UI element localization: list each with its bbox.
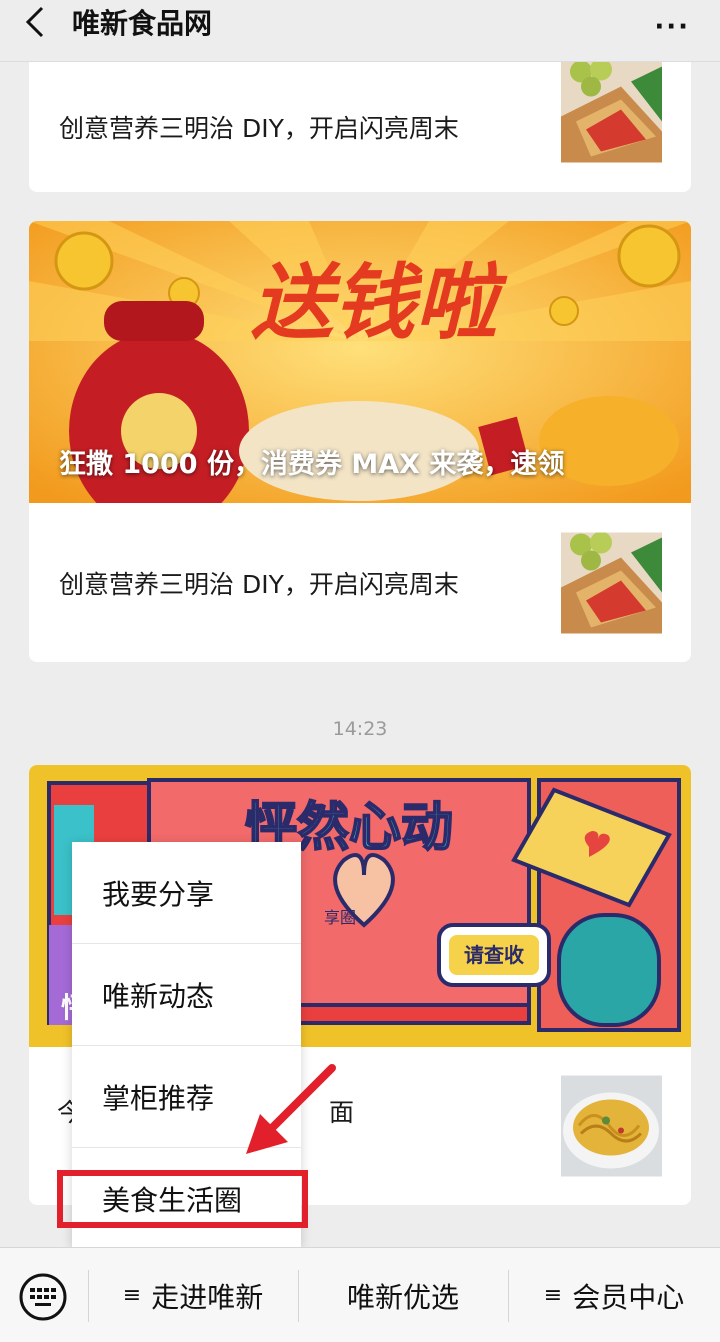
bottom-menu-bar: ≡ 走进唯新 唯新优选 ≡ 会员中心 <box>0 1247 720 1342</box>
menu-item-news[interactable]: 唯新动态 <box>72 944 301 1046</box>
menu-tab-label: 唯新优选 <box>346 1280 459 1314</box>
back-arrow-icon[interactable] <box>18 4 54 40</box>
promo-banner-money[interactable]: 送钱啦 狂撒 1000 份，消费券 MAX 来袭，速领 <box>29 221 691 503</box>
menu-tab-selected[interactable]: 唯新优选 <box>298 1248 508 1342</box>
banner-caption: 狂撒 1000 份，消费券 MAX 来袭，速领 <box>59 449 565 480</box>
noodles-thumbnail <box>561 1075 662 1177</box>
menu-list-icon: ≡ <box>122 1283 142 1308</box>
red-arrow-icon <box>246 1064 336 1154</box>
sandwich-thumbnail <box>561 62 662 163</box>
message-timestamp: 14:23 <box>332 718 388 740</box>
svg-text:享圈: 享圈 <box>324 908 356 927</box>
highlight-annotation-box <box>57 1170 308 1228</box>
menu-item-share[interactable]: 我要分享 <box>72 842 301 944</box>
sandwich-thumbnail <box>561 532 662 633</box>
menu-tab-label: 走进唯新 <box>151 1280 264 1314</box>
menu-tab-label: 会员中心 <box>572 1280 685 1314</box>
menu-list-icon: ≡ <box>543 1283 563 1308</box>
svg-text:送钱啦: 送钱啦 <box>251 256 508 351</box>
keyboard-icon[interactable] <box>18 1272 68 1322</box>
article-title: 创意营养三明治 DIY，开启闪亮周末 <box>59 569 459 599</box>
article-card-2[interactable]: 送钱啦 狂撒 1000 份，消费券 MAX 来袭，速领 创意营养三明治 DIY，… <box>29 221 691 662</box>
menu-tab-about[interactable]: ≡ 走进唯新 <box>88 1248 298 1342</box>
top-nav-bar: 唯新食品网 ··· <box>0 0 720 62</box>
more-options-icon[interactable]: ··· <box>654 12 690 42</box>
article-list-item[interactable]: 创意营养三明治 DIY，开启闪亮周末 <box>29 503 691 662</box>
svg-text:请查收: 请查收 <box>464 943 524 967</box>
menu-tab-member[interactable]: ≡ 会员中心 <box>508 1248 720 1342</box>
article-list-item[interactable]: 创意营养三明治 DIY，开启闪亮周末 <box>29 62 691 192</box>
article-title: 创意营养三明治 DIY，开启闪亮周末 <box>59 114 459 143</box>
account-title: 唯新食品网 <box>72 7 213 40</box>
article-card-1[interactable]: 创意营养三明治 DIY，开启闪亮周末 <box>29 62 691 192</box>
